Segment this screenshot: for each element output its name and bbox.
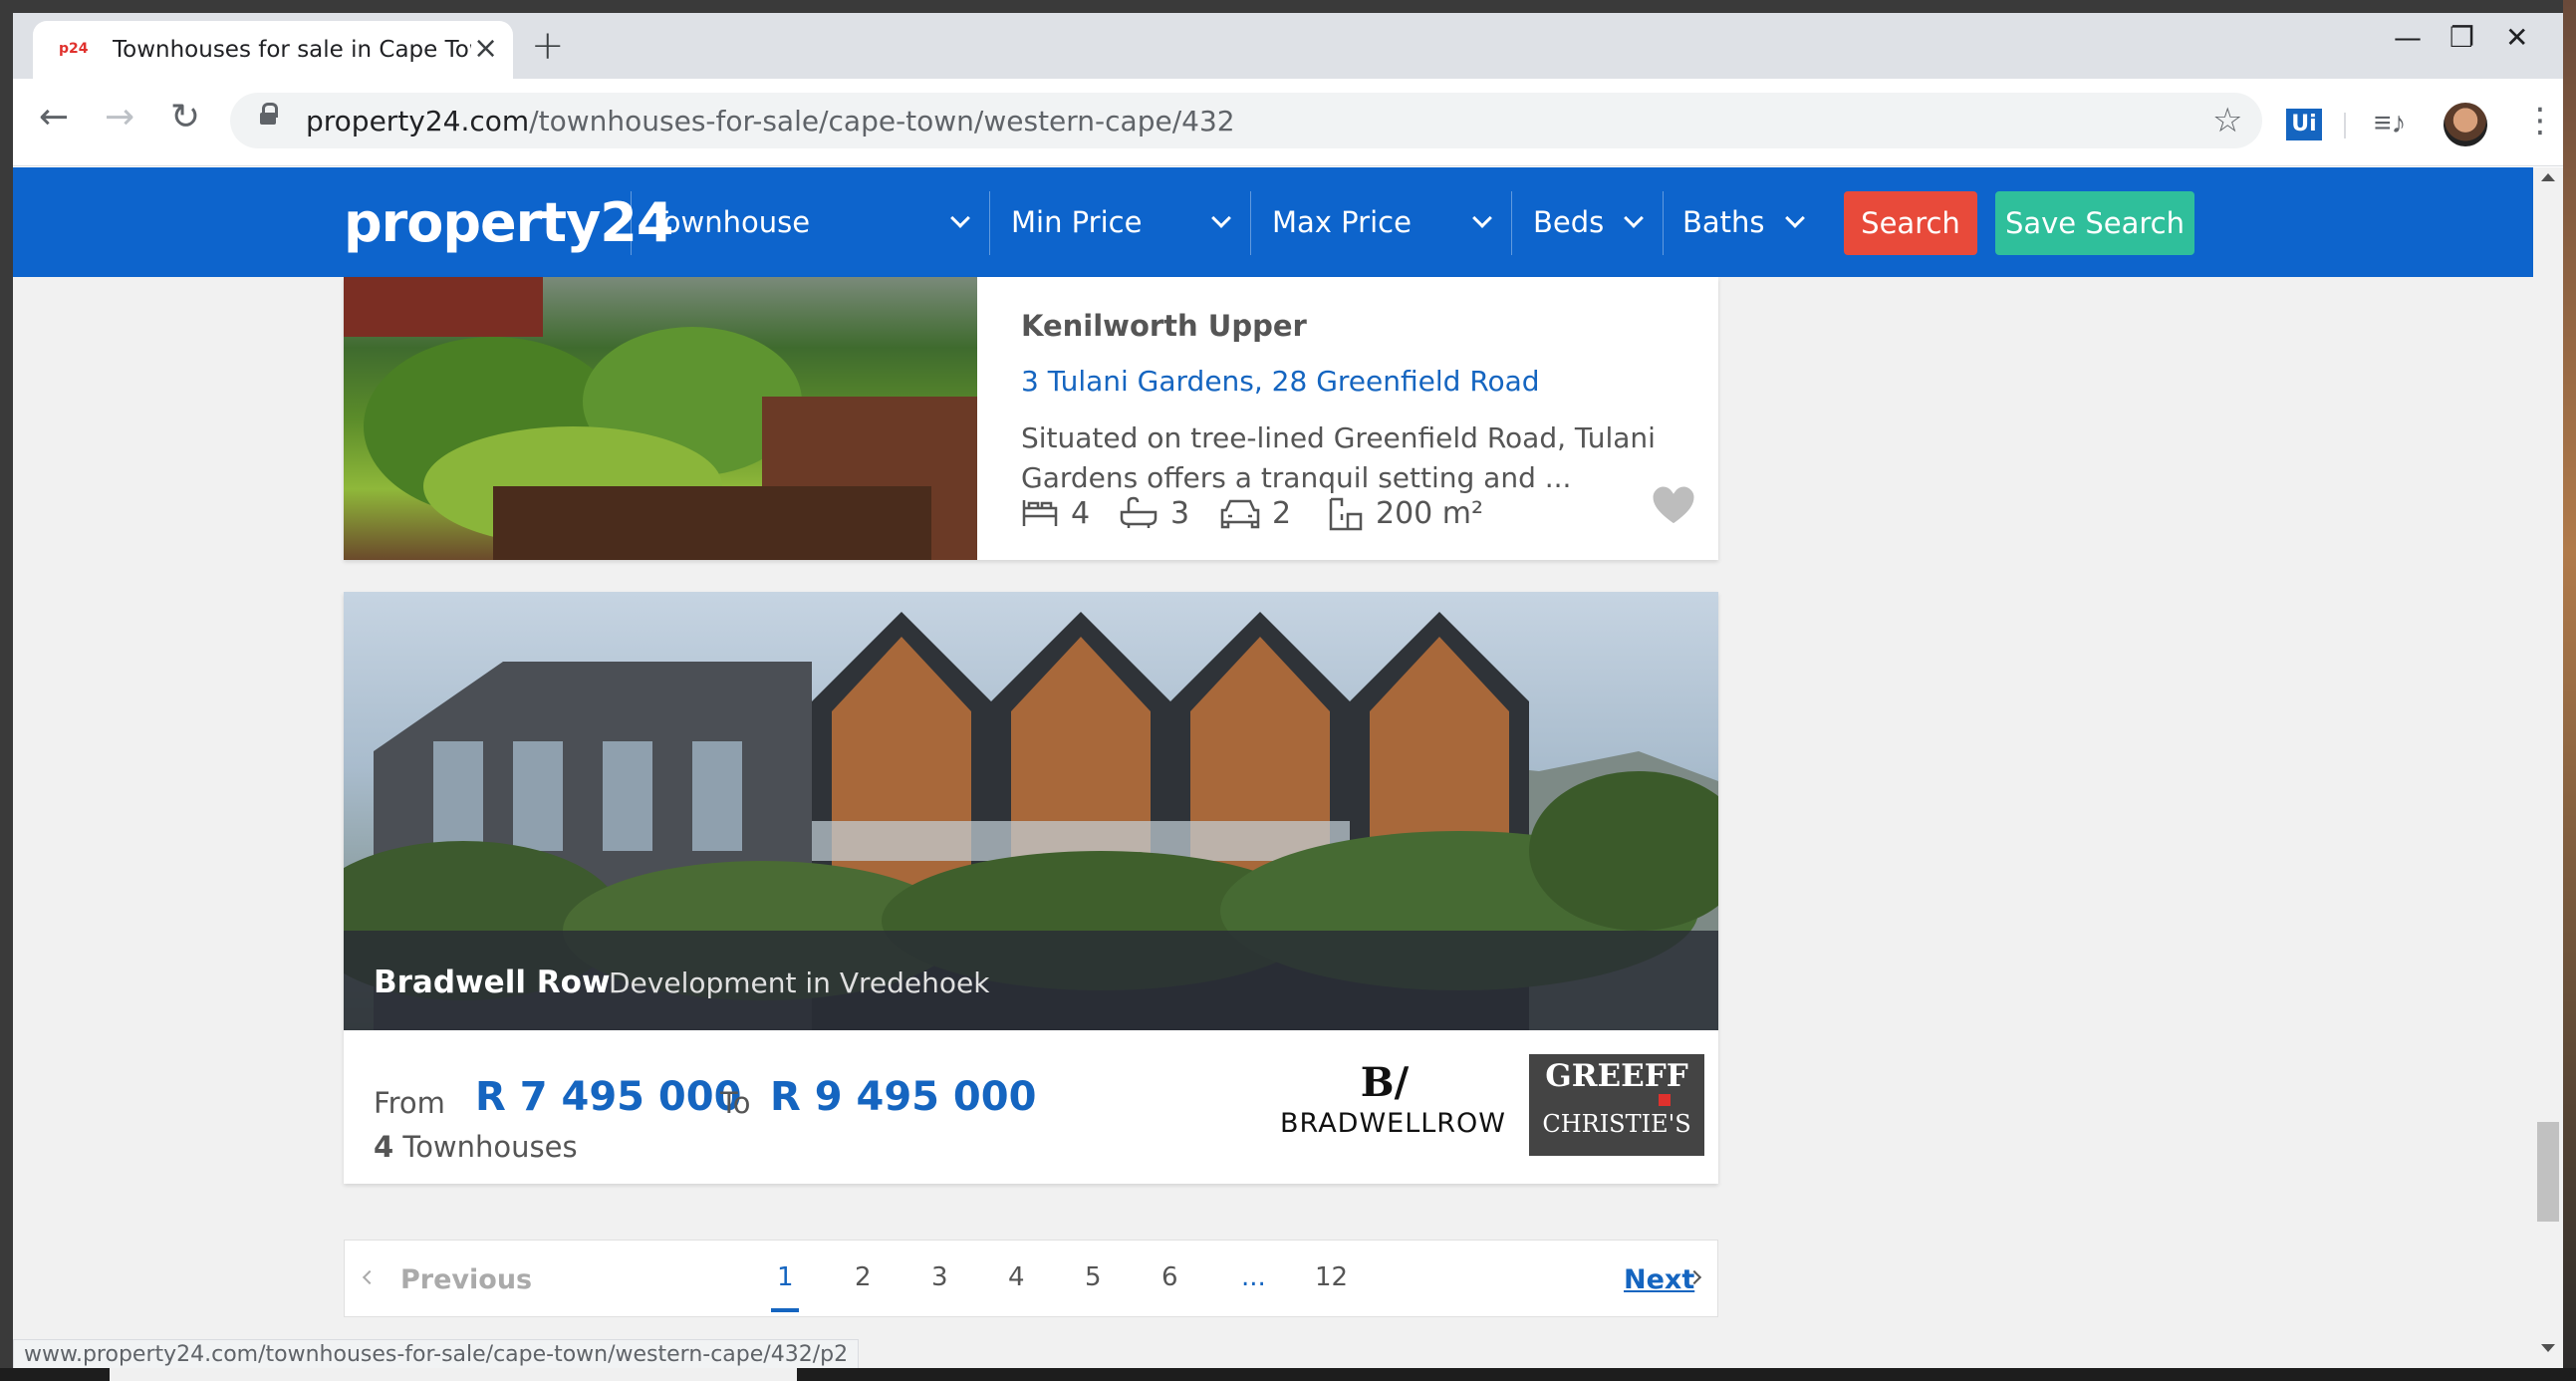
developer-logo-text: BRADWELLROW bbox=[1280, 1108, 1506, 1139]
price-to: R 9 495 000 bbox=[770, 1074, 1037, 1120]
reload-icon[interactable]: ↻ bbox=[170, 97, 200, 138]
bath-icon bbox=[1120, 496, 1158, 528]
bed-icon bbox=[1022, 500, 1058, 526]
favourite-heart-icon[interactable] bbox=[1649, 481, 1698, 531]
close-tab-icon[interactable]: × bbox=[473, 31, 498, 66]
header-divider bbox=[1663, 191, 1664, 255]
active-page-indicator bbox=[771, 1308, 799, 1312]
developer-logo[interactable]: B/ BRADWELLROW bbox=[1280, 1058, 1506, 1168]
chevron-down-icon bbox=[1624, 208, 1644, 228]
next-page-button[interactable]: Next bbox=[1624, 1264, 1694, 1295]
property-type-dropdown[interactable]: Townhouse bbox=[650, 205, 810, 239]
os-taskbar bbox=[0, 1368, 2576, 1381]
minimize-icon[interactable]: — bbox=[2394, 21, 2422, 54]
page-link-2[interactable]: 2 bbox=[855, 1262, 872, 1292]
header-divider bbox=[989, 191, 990, 255]
page-scrollbar[interactable] bbox=[2533, 167, 2563, 1368]
save-search-button[interactable]: Save Search bbox=[1995, 191, 2194, 255]
bathrooms-count: 3 bbox=[1170, 496, 1190, 531]
price-from-label: From bbox=[374, 1086, 445, 1120]
page-link-6[interactable]: 6 bbox=[1161, 1262, 1178, 1292]
header-divider bbox=[1250, 191, 1251, 255]
pagination: Previous 1 2 3 4 5 6 ... 12 Next bbox=[344, 1240, 1718, 1317]
scroll-down-arrow-icon[interactable] bbox=[2541, 1344, 2555, 1352]
baths-dropdown[interactable]: Baths bbox=[1682, 205, 1765, 239]
previous-page-button[interactable]: Previous bbox=[400, 1264, 532, 1295]
beds-dropdown[interactable]: Beds bbox=[1533, 205, 1604, 239]
agency-logo[interactable]: GREEFF CHRISTIE'S bbox=[1529, 1054, 1704, 1156]
bedrooms-count: 4 bbox=[1071, 496, 1091, 531]
chevron-down-icon bbox=[950, 208, 970, 228]
toolbar-divider bbox=[2344, 113, 2346, 138]
header-divider bbox=[1511, 191, 1512, 255]
floor-size: 200 m² bbox=[1376, 496, 1484, 531]
chevron-down-icon bbox=[1785, 208, 1805, 228]
max-price-dropdown[interactable]: Max Price bbox=[1272, 205, 1412, 239]
development-banner: Bradwell Row Development in Vredehoek bbox=[344, 931, 1718, 1030]
tab-strip: p24 Townhouses for sale in Cape Town × +… bbox=[13, 13, 2563, 79]
garage-car-icon bbox=[1220, 499, 1260, 529]
header-divider bbox=[631, 191, 632, 255]
listing-photo[interactable] bbox=[344, 277, 977, 560]
restore-icon[interactable]: ❐ bbox=[2449, 21, 2474, 54]
development-card[interactable]: Bradwell Row Development in Vredehoek Fr… bbox=[344, 592, 1718, 1184]
listing-suburb: Kenilworth Upper bbox=[1021, 309, 1307, 343]
scrollbar-thumb[interactable] bbox=[2537, 1122, 2559, 1222]
page-link-5[interactable]: 5 bbox=[1085, 1262, 1102, 1292]
agency-logo-bottom: CHRISTIE'S bbox=[1542, 1110, 1691, 1138]
developer-monogram: B/ bbox=[1360, 1059, 1410, 1106]
address-bar[interactable]: property24.com/townhouses-for-sale/cape-… bbox=[230, 93, 2262, 148]
page-link-1[interactable]: 1 bbox=[777, 1262, 794, 1292]
listing-card[interactable]: Kenilworth Upper 3 Tulani Gardens, 28 Gr… bbox=[344, 277, 1718, 560]
price-from: R 7 495 000 bbox=[475, 1074, 742, 1120]
min-price-dropdown[interactable]: Min Price bbox=[1011, 205, 1142, 239]
favicon-icon: p24 bbox=[59, 41, 89, 57]
property24-logo[interactable]: property24 bbox=[344, 191, 673, 254]
chevron-left-icon bbox=[362, 1269, 378, 1285]
page-link-3[interactable]: 3 bbox=[931, 1262, 948, 1292]
unit-count: 4 Townhouses bbox=[374, 1130, 578, 1164]
bookmark-star-icon[interactable]: ☆ bbox=[2212, 101, 2242, 140]
chevron-down-icon bbox=[1472, 208, 1492, 228]
lock-icon bbox=[260, 103, 278, 129]
listing-address-link[interactable]: 3 Tulani Gardens, 28 Greenfield Road bbox=[1021, 365, 1540, 398]
development-photo[interactable]: Bradwell Row Development in Vredehoek bbox=[344, 592, 1718, 1030]
price-to-label: To bbox=[720, 1086, 751, 1120]
page-link-4[interactable]: 4 bbox=[1008, 1262, 1025, 1292]
floor-size-icon bbox=[1329, 497, 1363, 531]
search-button[interactable]: Search bbox=[1844, 191, 1977, 255]
close-window-icon[interactable]: ✕ bbox=[2505, 21, 2528, 54]
scroll-up-arrow-icon[interactable] bbox=[2541, 173, 2555, 181]
forward-icon[interactable]: → bbox=[105, 97, 134, 138]
desktop-background bbox=[2563, 0, 2576, 1381]
development-name[interactable]: Bradwell Row bbox=[374, 965, 611, 1000]
new-tab-button[interactable]: + bbox=[531, 23, 565, 69]
parking-count: 2 bbox=[1272, 496, 1292, 531]
back-icon[interactable]: ← bbox=[39, 97, 69, 138]
browser-menu-icon[interactable]: ⋮ bbox=[2523, 101, 2557, 140]
url-text: property24.com/townhouses-for-sale/cape-… bbox=[306, 105, 1235, 138]
development-location: Development in Vredehoek bbox=[609, 967, 990, 999]
page-link-12[interactable]: 12 bbox=[1315, 1262, 1348, 1292]
tab-title: Townhouses for sale in Cape Town bbox=[113, 37, 471, 63]
page-viewport: property24 Townhouse Min Price Max Price… bbox=[13, 167, 2533, 1368]
media-control-icon[interactable]: ≡♪ bbox=[2374, 107, 2407, 140]
listing-description: Situated on tree-lined Greenfield Road, … bbox=[1021, 421, 1656, 494]
profile-avatar[interactable] bbox=[2444, 103, 2487, 146]
browser-toolbar: ← → ↻ property24.com/townhouses-for-sale… bbox=[13, 79, 2563, 166]
link-status-bubble: www.property24.com/townhouses-for-sale/c… bbox=[13, 1339, 860, 1368]
page-ellipsis[interactable]: ... bbox=[1241, 1262, 1266, 1292]
browser-window: p24 Townhouses for sale in Cape Town × +… bbox=[13, 13, 2563, 1368]
agency-logo-top: GREEFF bbox=[1545, 1058, 1688, 1094]
uipath-extension-icon[interactable]: Ui bbox=[2286, 109, 2322, 140]
browser-tab[interactable]: p24 Townhouses for sale in Cape Town × bbox=[33, 21, 513, 79]
chevron-down-icon bbox=[1211, 208, 1231, 228]
site-header: property24 Townhouse Min Price Max Price… bbox=[13, 167, 2533, 277]
